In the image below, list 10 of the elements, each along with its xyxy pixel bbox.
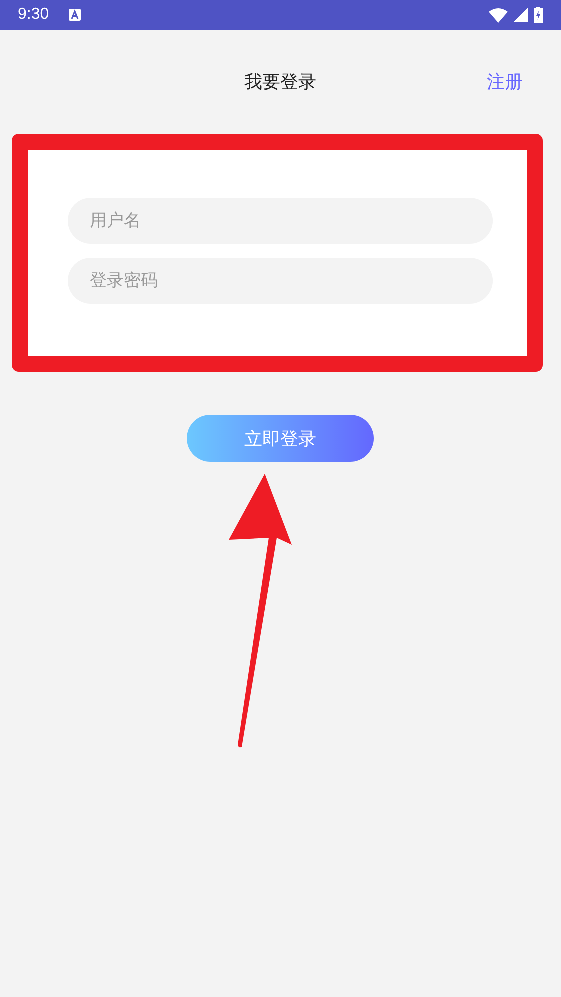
login-button[interactable]: 立即登录 <box>187 415 374 462</box>
wifi-icon <box>489 8 508 22</box>
notification-icon <box>69 9 82 21</box>
signal-icon <box>514 8 528 22</box>
register-link[interactable]: 注册 <box>487 70 523 94</box>
input-field[interactable]: 登录密码 <box>68 258 493 304</box>
page-title: 我要登录 <box>244 71 316 94</box>
input-field[interactable]: 用户名 <box>68 198 493 244</box>
status-time: 9:30 <box>18 6 50 24</box>
battery-icon <box>534 7 543 23</box>
